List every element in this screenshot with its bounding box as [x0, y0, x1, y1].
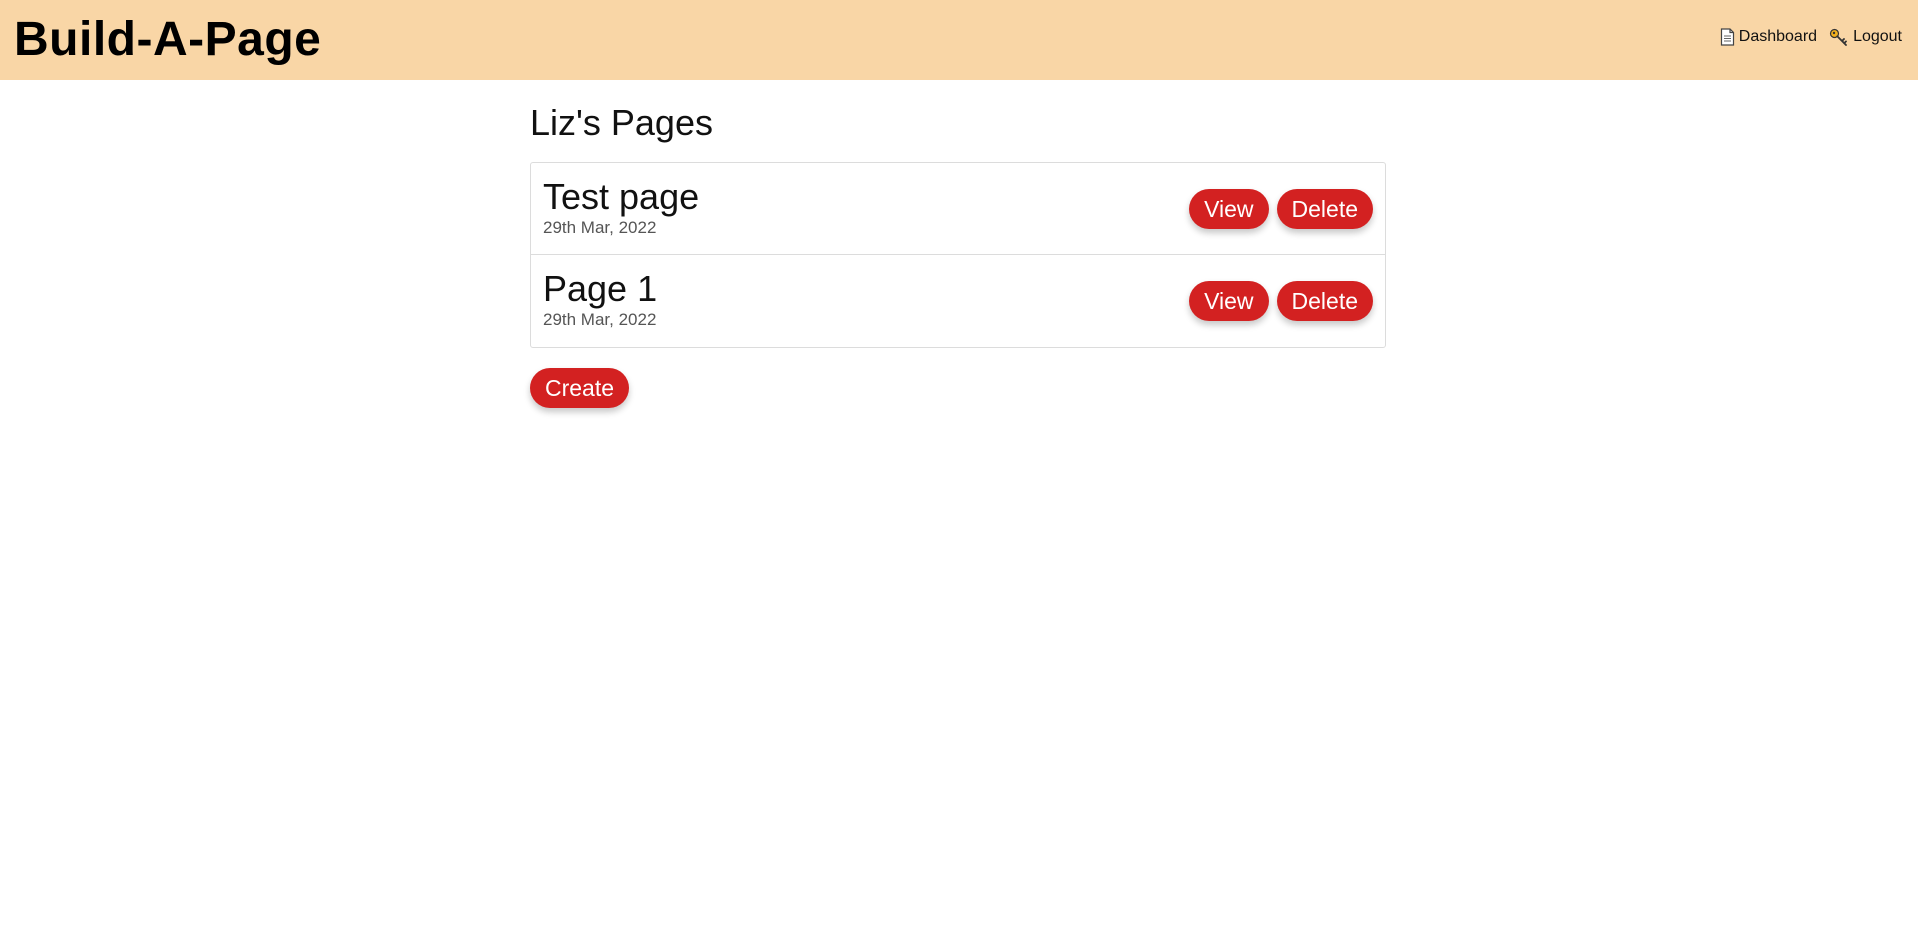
list-item: Test page 29th Mar, 2022 View Delete [531, 163, 1385, 255]
create-area: Create [530, 368, 1386, 408]
brand-title: Build-A-Page [14, 13, 322, 66]
delete-button[interactable]: Delete [1276, 281, 1373, 321]
view-button[interactable]: View [1189, 281, 1269, 321]
view-button[interactable]: View [1189, 189, 1269, 229]
top-nav: Dashboard Logout [1720, 28, 1902, 46]
logout-label: Logout [1853, 28, 1902, 45]
page-icon [1720, 28, 1735, 46]
logout-link[interactable]: Logout [1829, 28, 1902, 46]
page-title: Liz's Pages [530, 102, 713, 143]
top-header: Build-A-Page Dashboard Logout [0, 0, 1918, 80]
page-item-actions: View Delete [1189, 281, 1373, 321]
main-content: Liz's Pages Test page 29th Mar, 2022 Vie… [530, 96, 1386, 408]
page-item-actions: View Delete [1189, 189, 1373, 229]
dashboard-link[interactable]: Dashboard [1720, 28, 1817, 46]
create-button[interactable]: Create [530, 368, 630, 408]
pages-list: Test page 29th Mar, 2022 View Delete Pag… [530, 162, 1386, 348]
delete-button[interactable]: Delete [1276, 189, 1373, 229]
key-icon [1829, 28, 1849, 46]
dashboard-label: Dashboard [1738, 28, 1818, 45]
list-item: Page 1 29th Mar, 2022 View Delete [531, 255, 1385, 347]
